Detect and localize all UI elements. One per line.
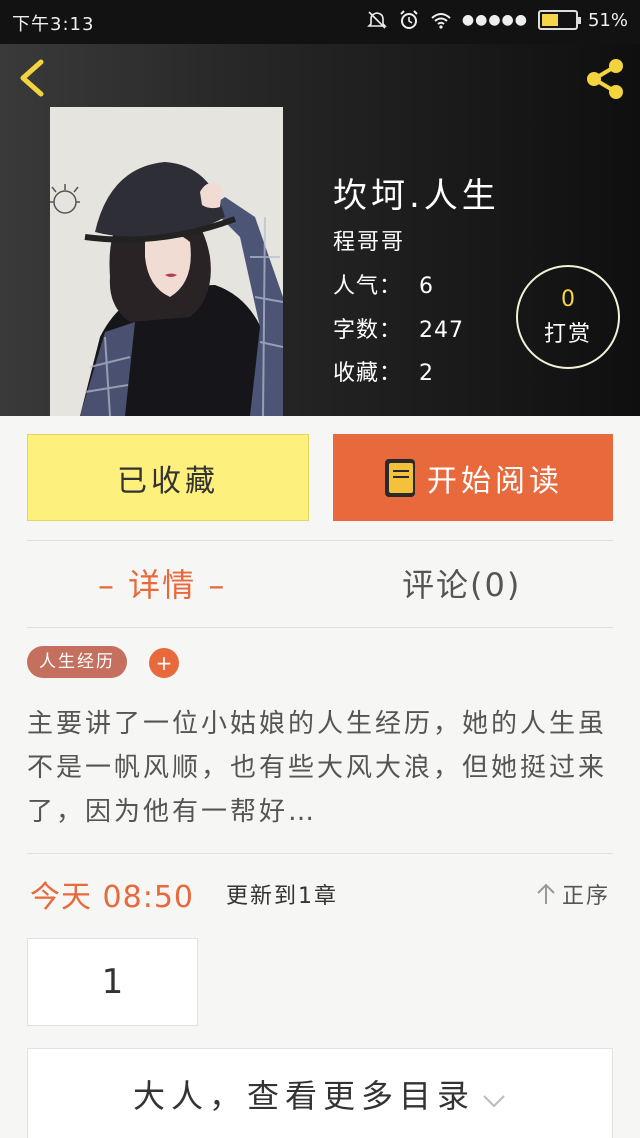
reward-button[interactable]: 0 打赏 [516, 265, 620, 369]
mute-icon [366, 11, 387, 29]
sort-label: 正序 [561, 884, 610, 909]
book-author[interactable]: 程哥哥 [333, 224, 405, 256]
stat-favorites: 收藏： 2 [333, 355, 434, 387]
reward-count: 0 [561, 287, 575, 312]
stat-value: 247 [419, 318, 464, 343]
book-header: 坎坷.人生 程哥哥 人气： 6 字数： 247 收藏： 2 0 打赏 [0, 44, 640, 416]
stat-label: 人气： [333, 274, 403, 299]
stat-label: 字数： [333, 318, 403, 343]
arrow-up-icon [537, 883, 555, 904]
cover-illustration [50, 107, 283, 416]
battery-icon [537, 10, 581, 30]
update-status: 更新到1章 [226, 884, 338, 909]
share-icon[interactable] [582, 56, 628, 102]
tab-comments[interactable]: 评论(0) [402, 560, 521, 606]
tag-chip[interactable]: 人生经历 [27, 646, 127, 678]
back-arrow-icon[interactable] [14, 58, 54, 98]
stat-value: 6 [419, 274, 434, 299]
update-time: 今天 08:50 [30, 880, 194, 915]
more-catalog-button[interactable]: 大人，查看更多目录 [27, 1048, 613, 1138]
wifi-icon [431, 13, 451, 29]
reward-label: 打赏 [543, 322, 592, 347]
more-catalog-label: 大人，查看更多目录 [132, 1076, 475, 1115]
divider [27, 627, 613, 628]
book-cover [50, 107, 283, 416]
stat-value: 2 [419, 361, 434, 386]
chevron-down-icon [483, 1094, 505, 1107]
start-reading-label: 开始阅读 [427, 463, 563, 499]
chapter-item[interactable]: 1 [27, 938, 198, 1026]
signal-dots: ●●●●● [461, 12, 528, 28]
battery-percent: 51% [587, 9, 628, 31]
favorite-button[interactable]: 已收藏 [27, 434, 309, 521]
stat-popularity: 人气： 6 [333, 268, 434, 300]
book-icon [385, 458, 415, 497]
add-tag-button[interactable]: + [149, 648, 179, 678]
tab-details[interactable]: – 详情 – [98, 560, 226, 606]
divider [27, 853, 613, 854]
favorite-label: 已收藏 [117, 463, 219, 499]
status-bar: 下午3:13 ●●●●● 51% [0, 0, 640, 44]
sort-toggle[interactable]: 正序 [536, 878, 610, 910]
stat-label: 收藏： [333, 361, 403, 386]
status-icons: ●●●●● 51% [366, 9, 628, 31]
alarm-icon [400, 10, 418, 29]
book-description[interactable]: 主要讲了一位小姑娘的人生经历，她的人生虽不是一帆风顺，也有些大风大浪，但她挺过来… [27, 702, 613, 834]
status-time: 下午3:13 [12, 14, 95, 35]
divider [27, 540, 613, 541]
start-reading-button[interactable]: 开始阅读 [333, 434, 613, 521]
stat-word-count: 字数： 247 [333, 312, 464, 344]
book-title: 坎坷.人生 [333, 176, 500, 216]
